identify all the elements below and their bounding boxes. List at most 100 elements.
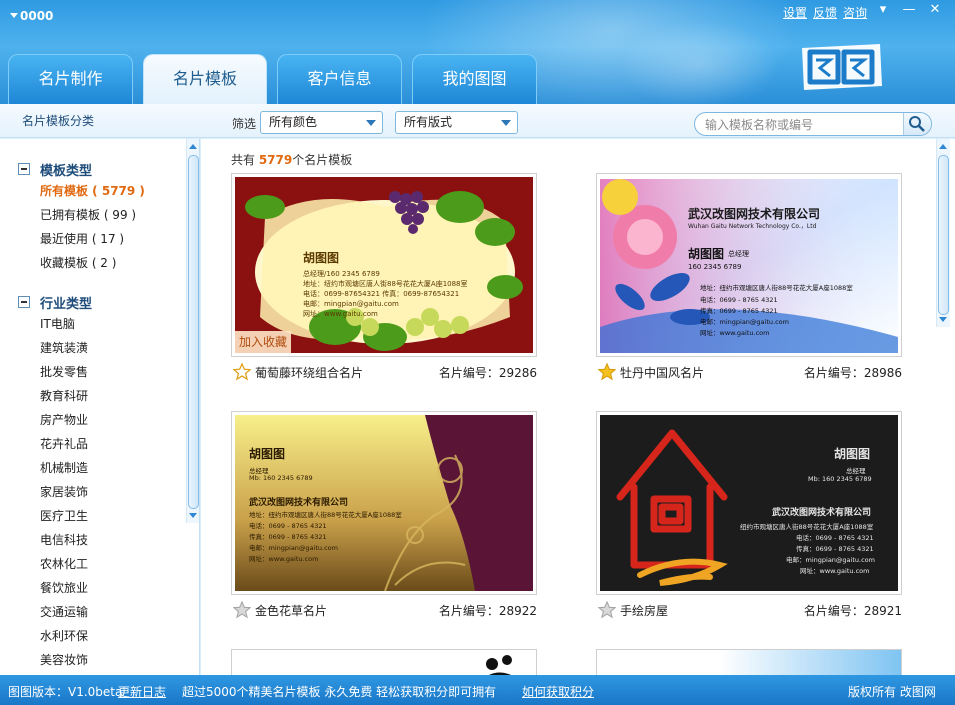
scroll-up-icon[interactable] (189, 144, 197, 149)
sidebar-item-industry[interactable]: 教育科研 (18, 384, 92, 408)
sidebar-item-industry[interactable]: 房产物业 (18, 408, 92, 432)
card-preview-image: 武汉改图网技术有限公司 Wuhan Gaitu Network Technolo… (600, 177, 898, 353)
sidebar-item-recent[interactable]: 最近使用 ( 17 ) (18, 227, 145, 251)
card-person-name: 胡图图 (249, 447, 286, 461)
card-name: 葡萄藤环绕组合名片 (255, 366, 364, 380)
group-label: 模板类型 (40, 163, 93, 179)
filter-label: 筛选 (232, 117, 257, 131)
sidebar-item-industry[interactable]: 机械制造 (18, 456, 92, 480)
sidebar-item-industry[interactable]: 交通运输 (18, 600, 92, 624)
sidebar-item-industry[interactable]: 农林化工 (18, 552, 92, 576)
card-fax: 传真：0699 - 8765 4321 (796, 545, 874, 553)
sidebar-item-industry[interactable]: 花卉礼品 (18, 432, 92, 456)
card-email: 电邮：mingpian@gaitu.com (303, 300, 399, 308)
collapse-icon[interactable] (18, 296, 30, 308)
count-value: 5779 (258, 153, 293, 167)
star-filled-icon[interactable] (598, 363, 616, 381)
card-thumbnail[interactable] (596, 649, 902, 675)
template-card-partial[interactable] (596, 649, 902, 675)
menu-dropdown-icon[interactable]: ▾ (872, 2, 894, 18)
settings-link[interactable]: 设置 (783, 6, 807, 20)
card-email: 电邮：mingpian@gaitu.com (786, 556, 875, 564)
color-select[interactable]: 所有颜色 (260, 111, 383, 134)
sidebar-item-industry[interactable]: 电信科技 (18, 528, 92, 552)
star-grey-icon[interactable] (233, 601, 251, 619)
industry-type-header[interactable]: 行业类型 (18, 292, 92, 312)
template-type-header[interactable]: 模板类型 (18, 159, 145, 179)
how-to-get-points-link[interactable]: 如何获取积分 (522, 683, 594, 700)
template-card[interactable]: 胡图图 总经理 Mb: 160 2345 6789 武汉改图网技术有限公司 地址… (231, 411, 537, 623)
card-mobile: Mb: 160 2345 6789 (249, 474, 313, 482)
collapse-icon[interactable] (18, 163, 30, 175)
layout-select[interactable]: 所有版式 (395, 111, 518, 134)
card-company: 武汉改图网技术有限公司 (688, 207, 821, 221)
template-card-partial[interactable] (231, 649, 537, 675)
tab-card-making[interactable]: 名片制作 (8, 54, 133, 104)
sidebar-item-industry[interactable]: 医疗卫生 (18, 504, 92, 528)
scroll-thumb[interactable] (938, 155, 949, 315)
card-preview-image (486, 655, 512, 675)
card-mobile: 160 2345 6789 (688, 263, 742, 271)
copyright-text: 版权所有 改图网 (848, 685, 936, 699)
tab-my-tutu[interactable]: 我的图图 (412, 54, 537, 104)
card-person-name: 胡图图 (688, 247, 725, 261)
scroll-up-icon[interactable] (939, 144, 947, 149)
card-person-name: 胡图图 (303, 251, 340, 265)
consult-link[interactable]: 咨询 (843, 6, 867, 20)
scroll-thumb[interactable] (188, 155, 199, 509)
sidebar-item-industry[interactable]: 水利环保 (18, 624, 92, 648)
scroll-down-icon[interactable] (189, 513, 197, 518)
app-title[interactable]: 0000 (10, 9, 53, 23)
template-card[interactable]: 武汉改图网技术有限公司 Wuhan Gaitu Network Technolo… (596, 173, 902, 385)
sidebar-item-all-templates[interactable]: 所有模板 ( 5779 ) (18, 179, 145, 203)
search-button[interactable] (903, 113, 931, 135)
card-fax: 传真：0699 - 8765 4321 (700, 307, 778, 315)
card-name: 金色花草名片 (255, 604, 328, 618)
sidebar-item-industry[interactable]: 批发零售 (18, 360, 92, 384)
changelog-link[interactable]: 更新日志 (118, 683, 166, 700)
sidebar-item-industry[interactable]: 餐饮旅业 (18, 576, 92, 600)
card-thumbnail[interactable] (231, 649, 537, 675)
sidebar-item-industry[interactable]: 家居装饰 (18, 480, 92, 504)
status-bar: 图图版本：V1.0beta 更新日志 超过5000个精美名片模板 永久免费 轻松… (0, 675, 955, 705)
sidebar-item-favorites[interactable]: 收藏模板 ( 2 ) (18, 251, 145, 275)
sidebar-item-industry[interactable]: IT电脑 (18, 312, 92, 336)
card-number: 名片编号：28986 (803, 366, 902, 380)
card-thumbnail[interactable]: 胡图图 总经理/160 2345 6789 地址：纽约市观塘区唐人街88号花花大… (231, 173, 537, 357)
close-icon[interactable]: ✕ (924, 2, 946, 18)
template-type-group: 模板类型 所有模板 ( 5779 ) 已拥有模板 ( 99 ) 最近使用 ( 1… (18, 159, 145, 275)
template-card[interactable]: 胡图图 总经理 Mb: 160 2345 6789 武汉改图网技术有限公司 纽约… (596, 411, 902, 623)
sidebar-item-industry[interactable]: 美容妆饰 (18, 648, 92, 672)
card-meta: 牡丹中国风名片 名片编号：28986 (596, 361, 902, 383)
gallery-scrollbar[interactable] (936, 139, 950, 327)
card-thumbnail[interactable]: 武汉改图网技术有限公司 Wuhan Gaitu Network Technolo… (596, 173, 902, 357)
sidebar-item-owned-templates[interactable]: 已拥有模板 ( 99 ) (18, 203, 145, 227)
scroll-down-icon[interactable] (939, 317, 947, 322)
layout-select-value: 所有版式 (404, 115, 453, 129)
card-mobile: Mb: 160 2345 6789 (808, 475, 872, 483)
card-meta: 手绘房屋 名片编号：28921 (596, 599, 902, 621)
add-favorite-button[interactable]: 加入收藏 (235, 331, 291, 353)
card-web: 网址：www.gaitu.com (800, 567, 870, 575)
card-number: 名片编号：28921 (803, 604, 902, 618)
template-card[interactable]: 胡图图 总经理/160 2345 6789 地址：纽约市观塘区唐人街88号花花大… (231, 173, 537, 385)
sidebar-scrollbar[interactable] (186, 139, 199, 523)
star-grey-icon[interactable] (598, 601, 616, 619)
card-address: 纽约市观塘区唐人街88号花花大厦A座1088室 (740, 523, 874, 531)
card-title: 总经理 (846, 467, 866, 475)
card-company-en: Wuhan Gaitu Network Technology Co.，Ltd (688, 223, 817, 230)
tab-card-templates[interactable]: 名片模板 (143, 54, 267, 104)
card-thumbnail[interactable]: 胡图图 总经理 Mb: 160 2345 6789 武汉改图网技术有限公司 地址… (231, 411, 537, 595)
star-outline-icon[interactable] (233, 363, 251, 381)
feedback-link[interactable]: 反馈 (813, 6, 837, 20)
tab-customer-info[interactable]: 客户信息 (277, 54, 402, 104)
app-menu-icon[interactable] (10, 13, 18, 18)
search-box (694, 112, 932, 136)
count-prefix: 共有 (231, 153, 259, 167)
minimize-icon[interactable]: — (898, 2, 920, 18)
sidebar-item-industry[interactable]: 建筑装潢 (18, 336, 92, 360)
card-thumbnail[interactable]: 胡图图 总经理 Mb: 160 2345 6789 武汉改图网技术有限公司 纽约… (596, 411, 902, 595)
grape-vine-artwork (235, 177, 533, 353)
card-phone: 电话：0699-87654321 传真：0699-87654321 (303, 290, 460, 298)
search-input[interactable] (705, 116, 895, 133)
